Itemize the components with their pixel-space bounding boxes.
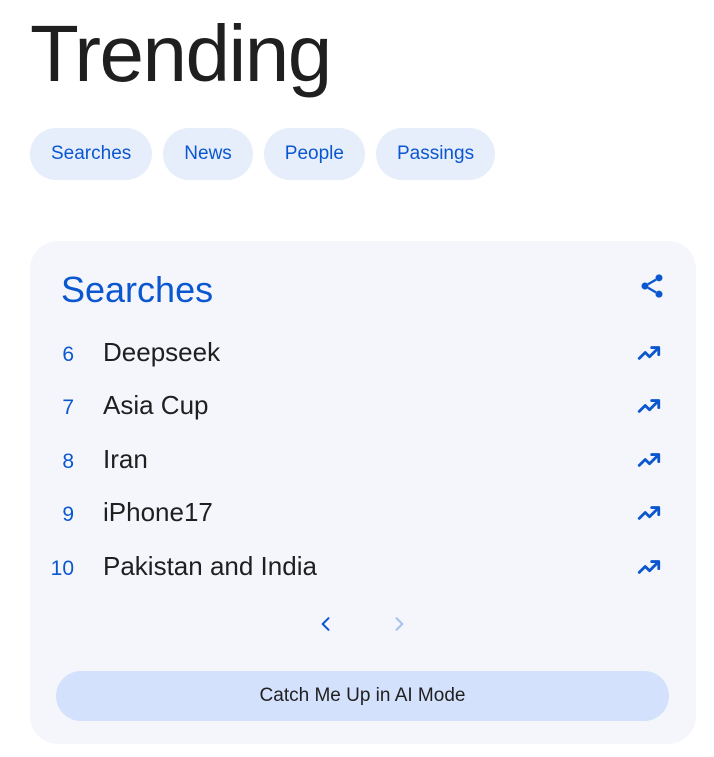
chevron-left-icon xyxy=(321,617,330,631)
page-title: Trending xyxy=(30,9,332,98)
search-term: Asia Cup xyxy=(103,390,209,421)
share-button[interactable] xyxy=(634,268,670,304)
list-item[interactable]: 7 Asia Cup xyxy=(30,380,696,433)
chip-passings[interactable]: Passings xyxy=(375,128,496,180)
chip-news[interactable]: News xyxy=(163,128,253,180)
list-item[interactable]: 6 Deepseek xyxy=(30,327,696,380)
trending-up-icon xyxy=(637,506,661,520)
trending-list: 6 Deepseek 7 Asia Cup 8 Iran 9 iPhone17 … xyxy=(30,327,696,594)
pagination xyxy=(30,607,696,641)
chip-people[interactable]: People xyxy=(263,128,365,180)
search-term: Pakistan and India xyxy=(103,550,317,581)
list-item[interactable]: 10 Pakistan and India xyxy=(30,541,696,594)
card-title: Searches xyxy=(61,269,214,310)
rank-number: 7 xyxy=(62,396,74,420)
previous-page-button[interactable] xyxy=(309,607,343,641)
catch-me-up-ai-mode-button[interactable]: Catch Me Up in AI Mode xyxy=(56,671,669,721)
rank-number: 6 xyxy=(62,343,74,366)
trending-up-icon xyxy=(637,559,661,574)
trending-searches-card: Searches 6 Deepseek 7 Asia Cup 8 Iran 9 … xyxy=(30,241,696,744)
next-page-button[interactable] xyxy=(382,607,416,641)
rank-number: 8 xyxy=(62,449,74,473)
chip-searches[interactable]: Searches xyxy=(30,128,153,180)
search-term: Iran xyxy=(103,443,148,474)
category-chips: Searches News People Passings xyxy=(30,128,496,180)
search-term: iPhone17 xyxy=(103,497,213,528)
list-item[interactable]: 9 iPhone17 xyxy=(30,487,696,540)
trending-up-icon xyxy=(637,399,661,414)
trending-up-icon xyxy=(637,452,661,467)
trending-up-icon xyxy=(637,346,661,360)
rank-number: 9 xyxy=(62,503,74,527)
list-item[interactable]: 8 Iran xyxy=(30,434,696,487)
search-term: Deepseek xyxy=(103,337,221,367)
chevron-right-icon xyxy=(395,617,404,631)
rank-number: 10 xyxy=(50,556,74,580)
share-icon xyxy=(641,274,663,298)
